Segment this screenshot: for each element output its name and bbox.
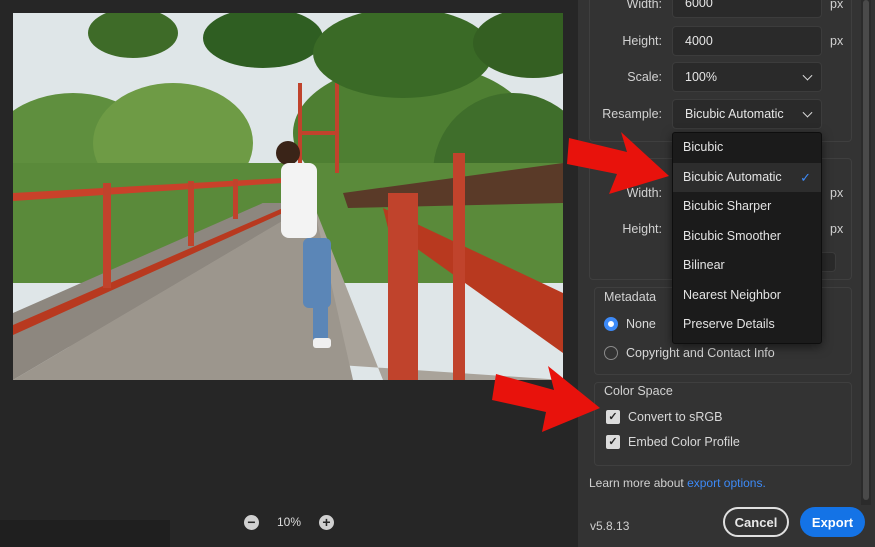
resample-option-bicubic-smoother[interactable]: Bicubic Smoother [673,222,821,252]
height-label: Height: [622,34,662,48]
export-button[interactable]: Export [800,507,865,537]
canvas-height-label: Height: [622,222,662,236]
resample-dropdown-menu: Bicubic Bicubic Automatic ✓ Bicubic Shar… [672,132,822,344]
cancel-button[interactable]: Cancel [723,507,789,537]
metadata-copyright-radio[interactable] [604,346,618,360]
checkmark-icon: ✓ [800,169,811,185]
learn-more-prefix: Learn more about [589,476,684,490]
resample-value: Bicubic Automatic [685,107,784,121]
zoom-out-button[interactable]: − [243,514,259,530]
color-space-title: Color Space [604,384,673,398]
height-unit: px [830,34,844,48]
resample-option-nearest-neighbor[interactable]: Nearest Neighbor [673,281,821,311]
metadata-none-radio[interactable] [604,317,618,331]
zoom-bar: − 10% + [0,510,578,534]
resample-option-label: Bicubic Automatic [683,169,782,184]
embed-profile-checkbox[interactable]: ✓ [606,435,620,449]
convert-srgb-label: Convert to sRGB [628,410,723,424]
export-options-link[interactable]: export options. [687,476,766,490]
preview-image [13,13,563,380]
resample-option-bicubic[interactable]: Bicubic [673,133,821,163]
zoom-in-button[interactable]: + [319,514,335,530]
red-arrow-srgb-icon [492,366,600,432]
width-unit: px [830,0,844,11]
width-input[interactable]: 6000 [672,0,822,18]
canvas-width-unit: px [830,186,844,200]
canvas-height-unit: px [830,222,844,236]
metadata-copyright-label: Copyright and Contact Info [626,346,775,360]
chevron-down-icon [802,107,813,118]
red-arrow-resample-icon [567,132,669,194]
height-input[interactable]: 4000 [672,26,822,56]
preview-pane: − 10% + [0,0,578,547]
resample-option-bilinear[interactable]: Bilinear [673,251,821,281]
resample-option-preserve-details[interactable]: Preserve Details [673,310,821,340]
resample-option-bicubic-automatic[interactable]: Bicubic Automatic ✓ [673,162,821,192]
resample-option-bicubic-sharper[interactable]: Bicubic Sharper [673,192,821,222]
resample-select[interactable]: Bicubic Automatic [672,99,822,129]
metadata-title: Metadata [604,290,657,304]
scale-label: Scale: [627,70,662,84]
embed-profile-label: Embed Color Profile [628,435,740,449]
settings-scrollbar-thumb[interactable] [863,0,869,500]
version-label: v5.8.13 [590,519,630,533]
learn-more-text: Learn more about export options. [589,476,766,490]
zoom-level: 10% [276,515,302,529]
scale-value: 100% [685,70,717,84]
convert-srgb-checkbox[interactable]: ✓ [606,410,620,424]
width-label: Width: [626,0,662,11]
metadata-none-label: None [626,317,656,331]
chevron-down-icon [802,70,813,81]
scale-select[interactable]: 100% [672,62,822,92]
